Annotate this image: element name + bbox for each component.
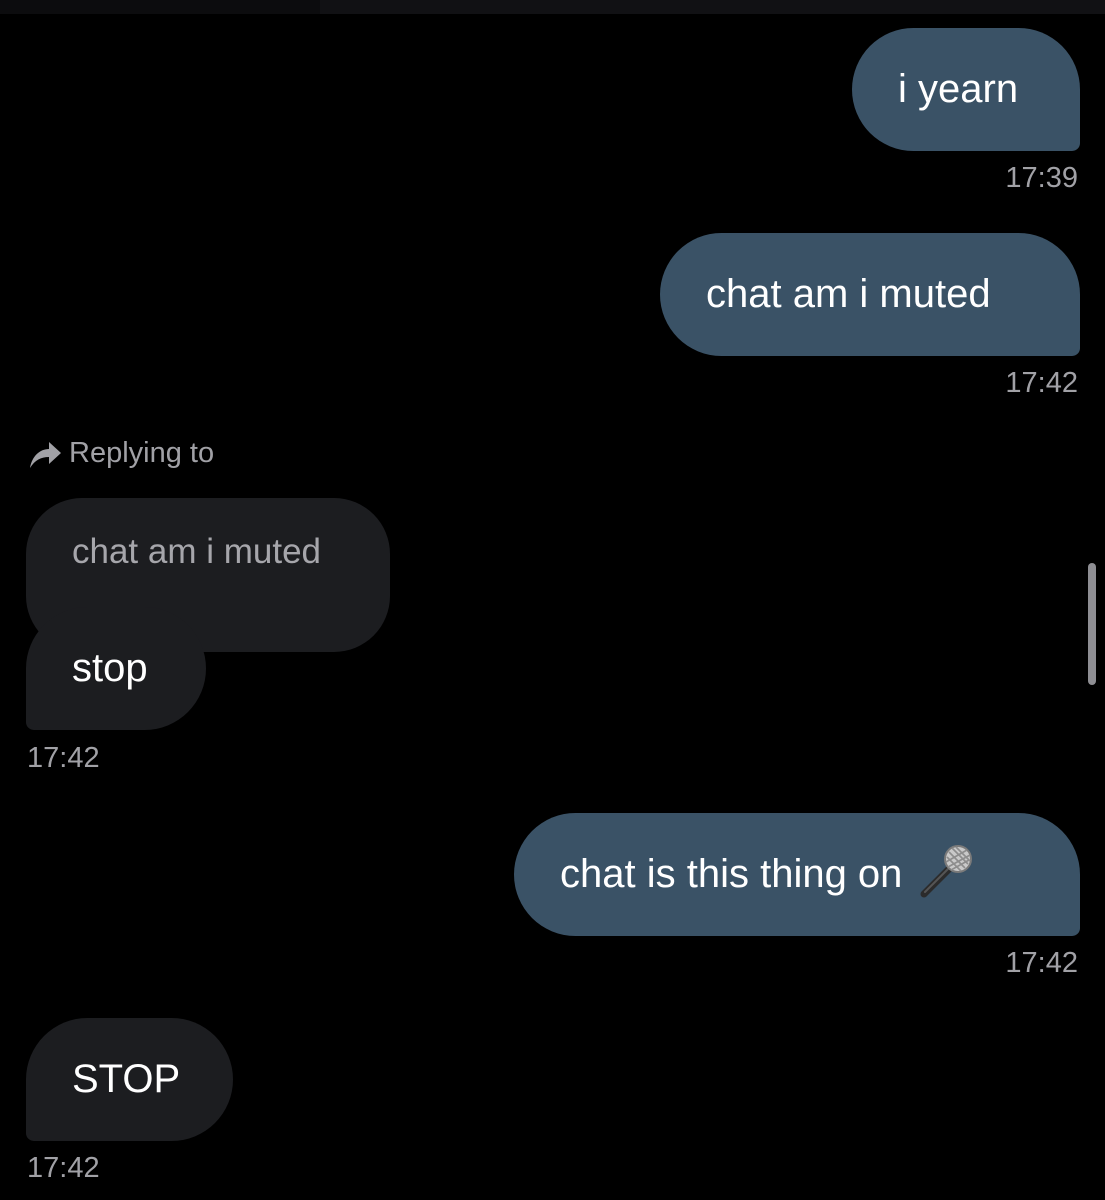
message-bubble-outgoing[interactable]: chat is this thing on [514,813,1080,936]
top-edge-bar [320,0,1105,14]
message-text: stop [72,646,148,690]
message-timestamp: 17:42 [1005,947,1078,979]
reply-header: Replying to [27,437,214,470]
message-timestamp: 17:39 [1005,162,1078,194]
message-timestamp: 17:42 [27,742,100,774]
message-bubble-outgoing[interactable]: chat am i muted [660,233,1080,356]
message-bubble-outgoing[interactable]: i yearn [852,28,1080,151]
message-text: chat am i muted [706,272,991,316]
message-text: chat is this thing on [560,852,903,896]
message-timestamp: 17:42 [27,1152,100,1184]
message-bubble-incoming[interactable]: STOP [26,1018,233,1141]
message-text: i yearn [898,67,1019,111]
reply-label: Replying to [69,437,215,469]
quoted-message-text: chat am i muted [72,532,321,571]
reply-arrow-icon [27,438,63,470]
scrollbar[interactable] [1088,563,1096,685]
message-bubble-incoming[interactable]: stop [26,607,206,730]
message-timestamp: 17:42 [1005,367,1078,399]
microphone-icon [916,840,976,910]
message-text: STOP [72,1057,181,1101]
